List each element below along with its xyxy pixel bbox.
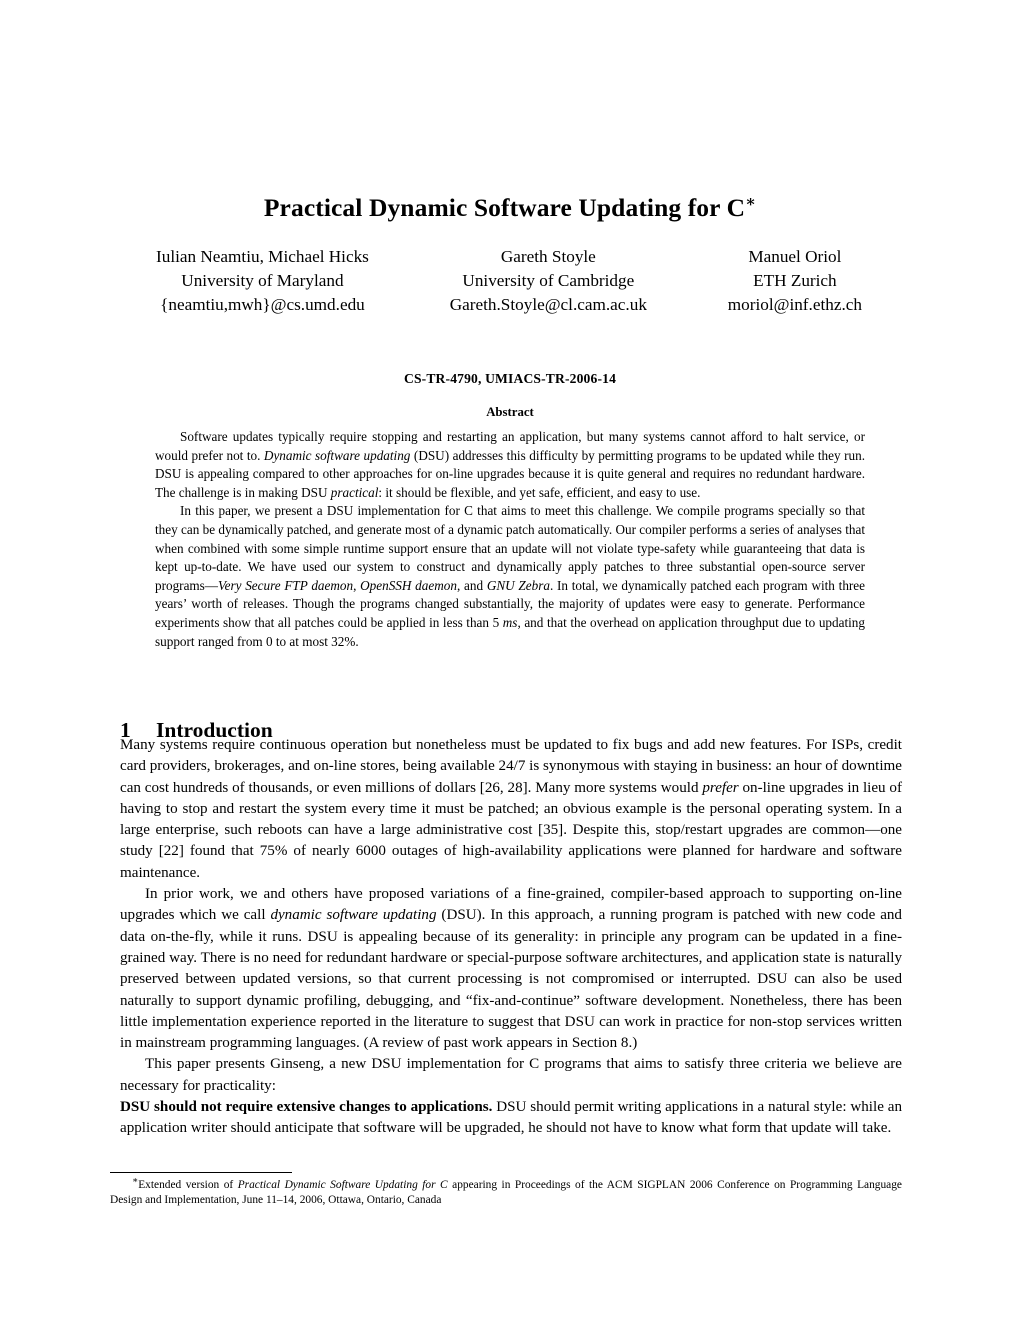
body-paragraph: Many systems require continuous operatio… [120,737,902,881]
abstract-paragraph: In this paper, we present a DSU implemen… [155,503,866,649]
abstract-paragraph: Software updates typically require stopp… [155,429,865,500]
author-block: Iulian Neamtiu, Michael Hicks University… [120,245,900,317]
author-email: moriol@inf.ethz.ch [727,295,862,314]
author-affiliation: University of Maryland [181,271,344,290]
body-paragraph: This paper presents Ginseng, a new DSU i… [120,1056,902,1094]
body-paragraph: In prior work, we and others have propos… [120,886,902,1052]
criterion-paragraph: DSU should not require extensive changes… [120,1097,902,1140]
author-names: Manuel Oriol [748,247,842,266]
author-column: Gareth Stoyle University of Cambridge Ga… [450,245,647,317]
page-title-text: Practical Dynamic Software Updating for … [263,193,746,223]
author-names: Iulian Neamtiu, Michael Hicks [156,247,369,266]
abstract-body: Software updates typically require stopp… [155,428,865,651]
title-footnote-marker: ∗ [745,193,757,211]
abstract-heading: Abstract [486,405,534,419]
author-affiliation: ETH Zurich [753,271,837,290]
paper-page: Practical Dynamic Software Updating for … [0,0,1020,1320]
report-number: CS-TR-4790, UMIACS-TR-2006-14 [403,371,617,386]
author-affiliation: University of Cambridge [462,271,635,290]
criterion-lead: DSU should not require extensive changes… [120,1099,493,1116]
author-column: Manuel Oriol ETH Zurich moriol@inf.ethz.… [728,245,862,317]
author-email: {neamtiu,mwh}@cs.umd.edu [160,295,365,314]
body-column: Many systems require continuous operatio… [120,735,902,1140]
page-title: Practical Dynamic Software Updating for … [0,193,1020,224]
footnote-rule [110,1172,292,1173]
author-names: Gareth Stoyle [500,247,596,266]
footnote-block: ∗Extended version of Practical Dynamic S… [110,1172,902,1209]
author-column: Iulian Neamtiu, Michael Hicks University… [156,245,369,317]
author-email: Gareth.Stoyle@cl.cam.ac.uk [449,295,647,314]
footnote-text: ∗Extended version of Practical Dynamic S… [110,1175,902,1207]
